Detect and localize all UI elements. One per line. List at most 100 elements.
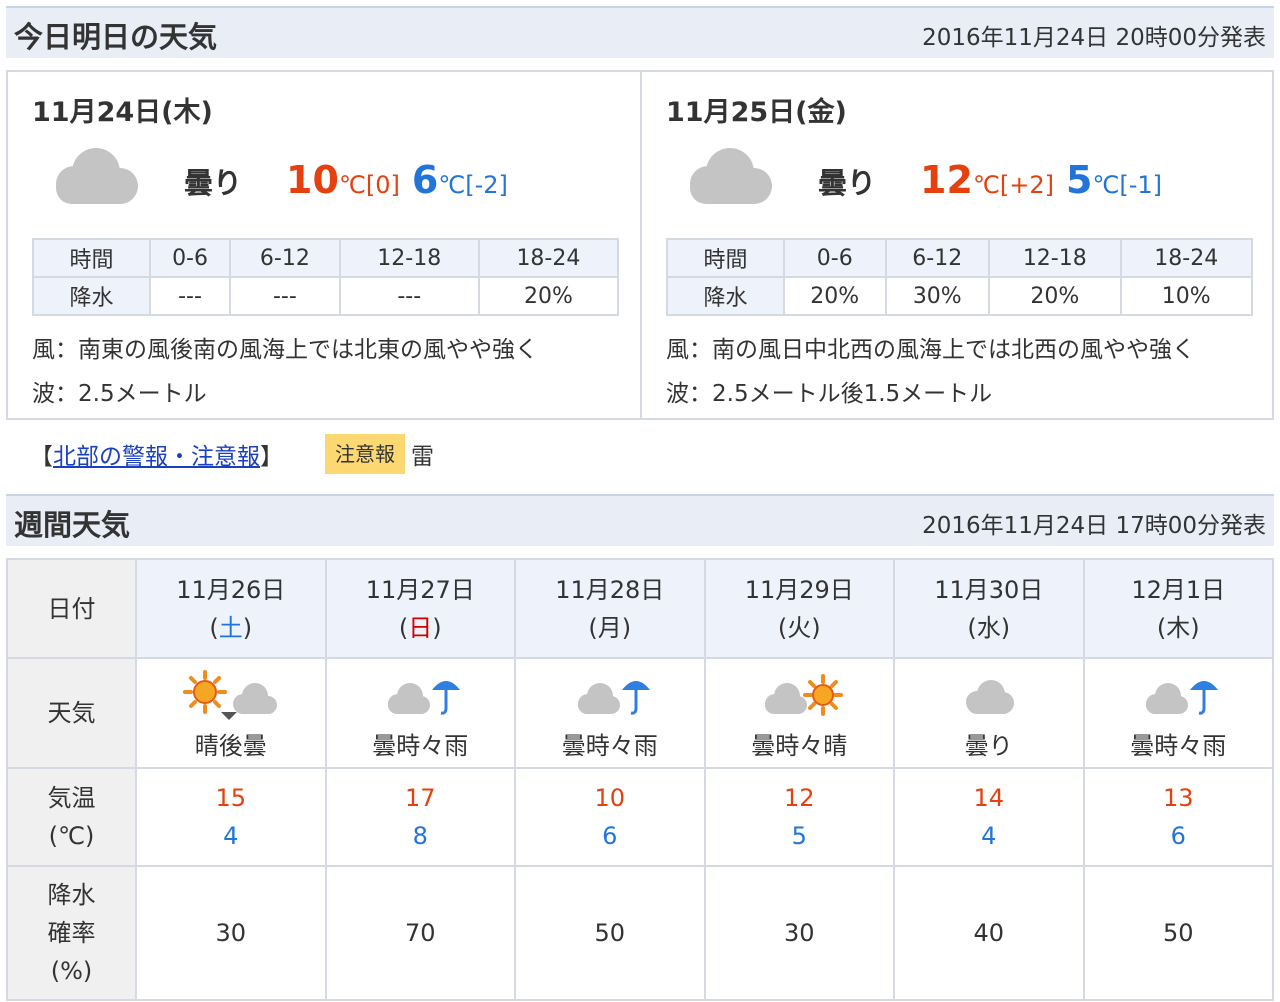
weekly-section-header: 週間天気 2016年11月24日 17時00分発表 bbox=[6, 494, 1274, 546]
rain-table-row-label: 降水 bbox=[32, 276, 151, 316]
weather-cell: 曇時々雨 bbox=[324, 657, 516, 769]
date-text: 11月26日 bbox=[176, 575, 286, 604]
today-forecast-panel: 11月24日(木) 曇り 10℃[0] 6℃[-2] 時間 0-6 6-12 12… bbox=[6, 70, 1274, 420]
date-cell: 11月26日 (土) bbox=[135, 558, 327, 659]
rain-period: 12-18 bbox=[988, 238, 1122, 278]
day-temperatures: 12℃[+2] 5℃[-1] bbox=[920, 158, 1162, 202]
rain-probability-table: 時間 0-6 6-12 12-18 18-24 降水 20% 30% 20% 1… bbox=[666, 238, 1254, 316]
temp-cell: 12 5 bbox=[703, 767, 895, 867]
date-text: 11月29日 bbox=[744, 575, 854, 604]
bracket-open: 【 bbox=[30, 444, 53, 470]
rain-probability-table: 時間 0-6 6-12 12-18 18-24 降水 --- --- --- 2… bbox=[32, 238, 620, 316]
date-row: 日付 11月26日 (土) 11月27日 (日) 11月28日 (月) 11月29日(… bbox=[6, 558, 1274, 659]
low-temp: 8 bbox=[412, 822, 428, 850]
day-temperatures: 10℃[0] 6℃[-2] bbox=[286, 158, 508, 202]
low-temp: 6 bbox=[602, 822, 618, 850]
weekly-section-title: 週間天気 bbox=[14, 508, 131, 542]
rain-table-row-label: 降水 bbox=[666, 276, 785, 316]
precipitation-row: 降水 確率 (%) 30 70 50 30 40 50 bbox=[6, 865, 1274, 1001]
wind-text: 風：南の風日中北西の風海上では北西の風やや強く bbox=[666, 337, 1195, 363]
cloud-icon bbox=[56, 148, 138, 204]
high-temp-value: 12 bbox=[920, 158, 973, 202]
label-line: 気温 bbox=[47, 784, 96, 812]
date-text: 11月27日 bbox=[365, 575, 475, 604]
dow-paren: ) bbox=[1190, 613, 1200, 642]
wave-text: 波：2.5メートル後1.5メートル bbox=[666, 381, 993, 407]
day-forecast-tomorrow: 11月25日(金) 曇り 12℃[+2] 5℃[-1] 時間 0-6 6-12 1… bbox=[640, 72, 1272, 418]
rain-period: 12-18 bbox=[338, 238, 480, 278]
day-telop: 曇り bbox=[818, 166, 877, 200]
low-temp-value: 5 bbox=[1065, 158, 1093, 202]
date-cell: 12月1日 (木) bbox=[1082, 558, 1274, 659]
dow-paren: ( bbox=[777, 613, 788, 642]
date-cell: 11月27日 (日) bbox=[324, 558, 516, 659]
low-temp: 6 bbox=[1170, 822, 1186, 850]
rain-value: 20% bbox=[988, 276, 1122, 316]
weather-row: 天気 晴後曇 曇時々雨 曇時々雨 曇時々晴 曇り 曇時々雨 bbox=[6, 657, 1274, 769]
today-published-time: 2016年11月24日 20時00分発表 bbox=[922, 25, 1266, 51]
temp-cell: 15 4 bbox=[135, 767, 327, 867]
day-of-week: 日 bbox=[408, 613, 433, 642]
rain-period: 18-24 bbox=[1119, 238, 1254, 278]
advisory-badge: 注意報 bbox=[325, 434, 405, 474]
advisory-type: 雷 bbox=[411, 444, 434, 470]
date-cell: 11月28日 (月) bbox=[514, 558, 706, 659]
weather-telop: 曇時々晴 bbox=[751, 731, 848, 760]
cloud-icon bbox=[690, 148, 772, 204]
rain-value: --- bbox=[229, 276, 341, 316]
row-label-weather: 天気 bbox=[6, 657, 137, 769]
weather-cell: 曇時々晴 bbox=[703, 657, 895, 769]
warning-row: 【北部の警報・注意報】 注意報 雷 bbox=[30, 434, 434, 474]
temperature-row: 気温 (℃) 15 4 17 8 10 6 12 5 14 4 13 6 bbox=[6, 767, 1274, 867]
high-temp: 14 bbox=[973, 784, 1005, 812]
date-cell: 11月30日 (水) bbox=[893, 558, 1085, 659]
weather-telop: 曇時々雨 bbox=[372, 731, 469, 760]
warnings-link[interactable]: 北部の警報・注意報 bbox=[53, 437, 260, 471]
low-temp: 4 bbox=[223, 822, 239, 850]
high-temp: 12 bbox=[783, 784, 815, 812]
day-date: 11月25日(金) bbox=[666, 97, 847, 128]
temp-cell: 17 8 bbox=[324, 767, 516, 867]
sun-then-cloud-icon bbox=[182, 669, 277, 720]
high-temp: 10 bbox=[594, 784, 626, 812]
row-label-date: 日付 bbox=[6, 558, 137, 659]
rain-value: 10% bbox=[1119, 276, 1254, 316]
high-temp: 13 bbox=[1162, 784, 1194, 812]
date-text: 11月30日 bbox=[934, 575, 1044, 604]
day-forecast-today: 11月24日(木) 曇り 10℃[0] 6℃[-2] 時間 0-6 6-12 12… bbox=[8, 72, 640, 418]
high-temp-diff: ℃[0] bbox=[338, 171, 400, 199]
pop-cell: 30 bbox=[703, 865, 895, 1001]
rain-value: --- bbox=[338, 276, 480, 316]
cloud-sometimes-rain-icon bbox=[388, 680, 461, 715]
dow-paren: ( bbox=[967, 613, 977, 642]
day-of-week: 木 bbox=[1166, 613, 1191, 642]
pop-cell: 30 bbox=[135, 865, 327, 1001]
pop-cell: 40 bbox=[893, 865, 1085, 1001]
weather-telop: 曇時々雨 bbox=[561, 731, 658, 760]
pop-cell: 50 bbox=[514, 865, 706, 1001]
high-temp: 17 bbox=[404, 784, 436, 812]
high-temp: 15 bbox=[215, 784, 247, 812]
weather-telop: 曇時々雨 bbox=[1130, 731, 1227, 760]
dow-paren: ) bbox=[811, 613, 821, 642]
weather-cell: 曇時々雨 bbox=[1082, 657, 1274, 769]
temp-cell: 14 4 bbox=[893, 767, 1085, 867]
rain-period: 6-12 bbox=[229, 238, 341, 278]
rain-value: 20% bbox=[783, 276, 887, 316]
date-text: 12月1日 bbox=[1131, 575, 1226, 604]
day-telop: 曇り bbox=[184, 166, 243, 200]
dow-paren: ) bbox=[242, 613, 253, 642]
cloud-sometimes-rain-icon bbox=[1146, 680, 1219, 715]
bracket-close: 】 bbox=[260, 444, 283, 470]
label-line: 降水 bbox=[47, 881, 96, 909]
rain-period: 18-24 bbox=[477, 238, 620, 278]
dow-paren: ( bbox=[588, 613, 598, 642]
day-of-week: 月 bbox=[597, 613, 622, 642]
rain-value: 30% bbox=[884, 276, 991, 316]
today-section-header: 今日明日の天気 2016年11月24日 20時00分発表 bbox=[6, 6, 1274, 58]
temp-cell: 13 6 bbox=[1082, 767, 1274, 867]
low-temp-diff: ℃[-2] bbox=[438, 171, 508, 199]
pop-cell: 50 bbox=[1082, 865, 1274, 1001]
low-temp: 5 bbox=[791, 822, 807, 850]
dow-paren: ) bbox=[432, 613, 442, 642]
